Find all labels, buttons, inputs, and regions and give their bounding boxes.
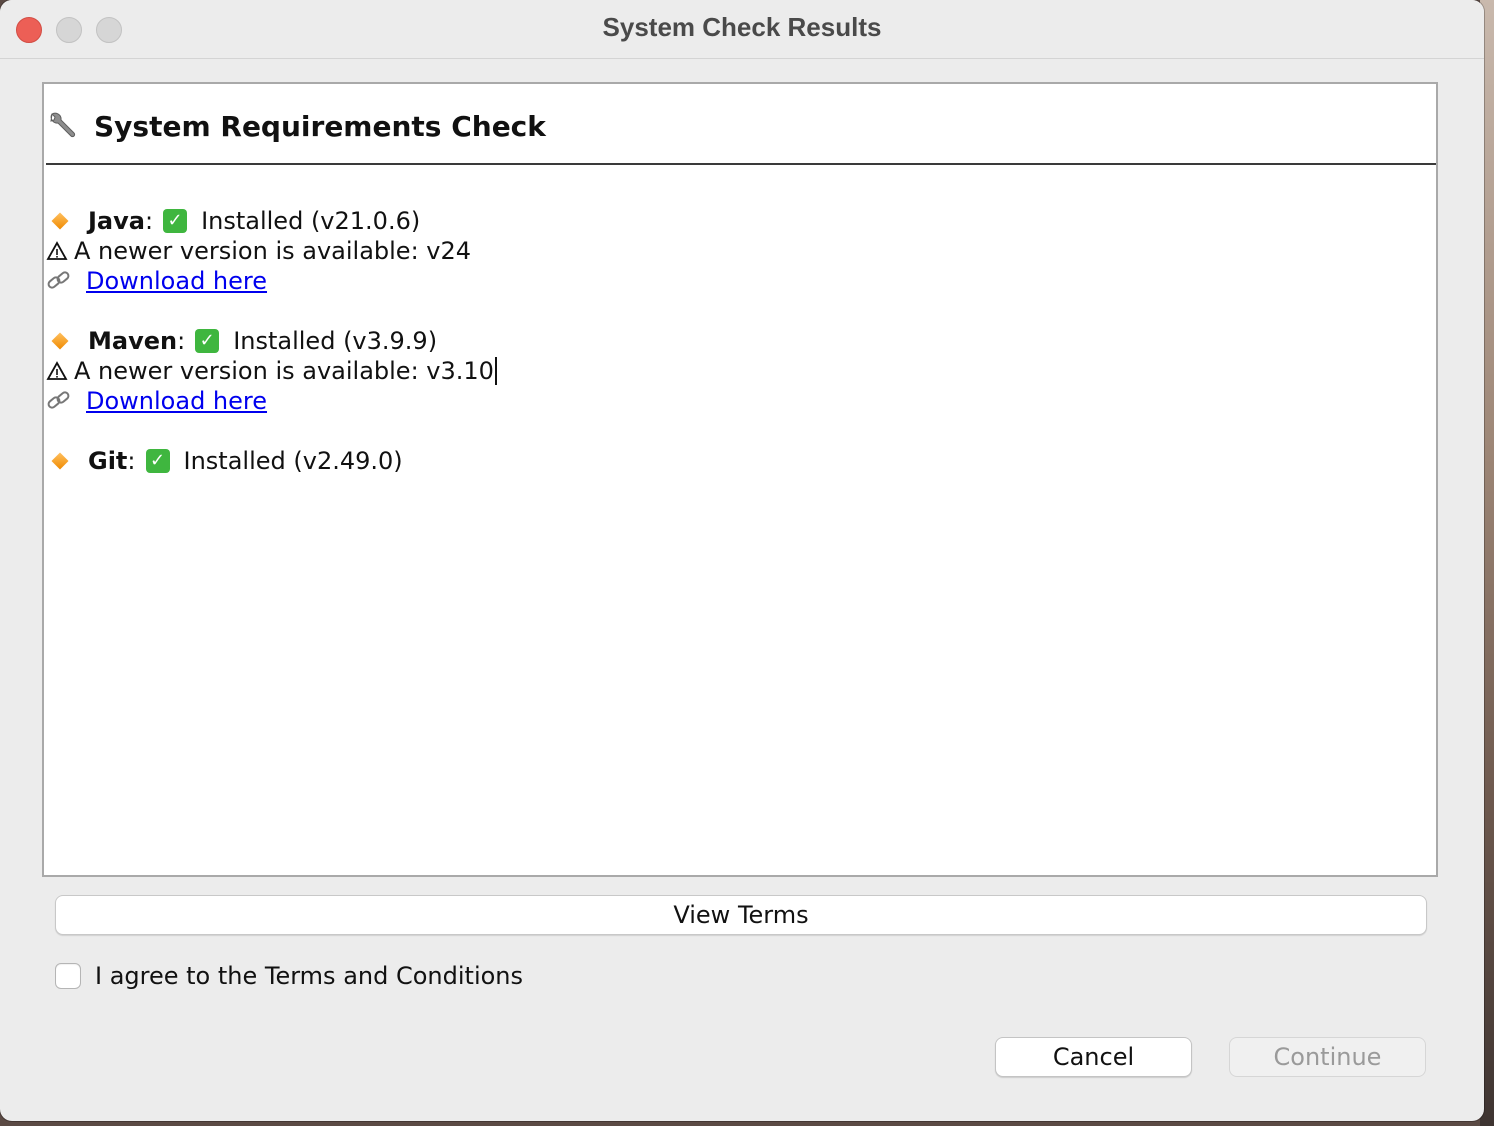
orange-diamond-icon: [52, 213, 68, 229]
dialog-window: System Check Results System Requirements…: [0, 0, 1484, 1121]
maven-download-link[interactable]: Download here: [86, 387, 267, 415]
orange-diamond-icon: [52, 333, 68, 349]
agree-terms-checkbox[interactable]: [55, 963, 81, 989]
check-mark-icon: ✓: [195, 329, 220, 353]
cancel-button[interactable]: Cancel: [995, 1037, 1192, 1077]
tool-name-java: Java: [88, 207, 145, 235]
java-status-text: Installed (v21.0.6): [201, 207, 421, 235]
text-caret: [494, 357, 497, 385]
java-download-line: Download here: [46, 266, 267, 296]
check-mark-icon: ✓: [163, 209, 188, 233]
name-separator: :: [127, 447, 136, 475]
window-title: System Check Results: [602, 12, 882, 42]
continue-button[interactable]: Continue: [1229, 1037, 1426, 1077]
panel-title: System Requirements Check: [94, 109, 546, 143]
agree-terms-row[interactable]: I agree to the Terms and Conditions: [55, 960, 523, 992]
agree-terms-label[interactable]: I agree to the Terms and Conditions: [95, 962, 523, 990]
git-status-line: Git: ✓ Installed (v2.49.0): [46, 446, 403, 476]
warning-icon: [46, 240, 68, 262]
maven-status-line: Maven: ✓ Installed (v3.9.9): [46, 326, 437, 356]
orange-diamond-icon: [52, 453, 68, 469]
git-status-text: Installed (v2.49.0): [183, 447, 403, 475]
maven-warning-line: A newer version is available: v3.10: [46, 356, 497, 386]
tool-name-git: Git: [88, 447, 128, 475]
maven-download-line: Download here: [46, 386, 267, 416]
check-mark-icon: ✓: [145, 449, 170, 473]
title-bar: System Check Results: [0, 0, 1484, 59]
maven-warning-text: A newer version is available: v3.10: [74, 357, 494, 385]
java-download-link[interactable]: Download here: [86, 267, 267, 295]
java-warning-line: A newer version is available: v24: [46, 236, 471, 266]
java-warning-text: A newer version is available: v24: [74, 237, 472, 265]
warning-icon: [46, 360, 68, 382]
tool-name-maven: Maven: [88, 327, 178, 355]
wrench-icon: [46, 110, 78, 142]
maven-status-text: Installed (v3.9.9): [233, 327, 438, 355]
link-chain-icon: [46, 269, 72, 293]
name-separator: :: [177, 327, 186, 355]
panel-header: System Requirements Check: [46, 104, 546, 148]
link-chain-icon: [46, 389, 72, 413]
header-divider: [46, 163, 1436, 165]
java-status-line: Java: ✓ Installed (v21.0.6): [46, 206, 420, 236]
name-separator: :: [144, 207, 154, 235]
view-terms-button[interactable]: View Terms: [55, 895, 1427, 935]
results-panel[interactable]: System Requirements Check Java: ✓ Instal…: [42, 82, 1438, 877]
